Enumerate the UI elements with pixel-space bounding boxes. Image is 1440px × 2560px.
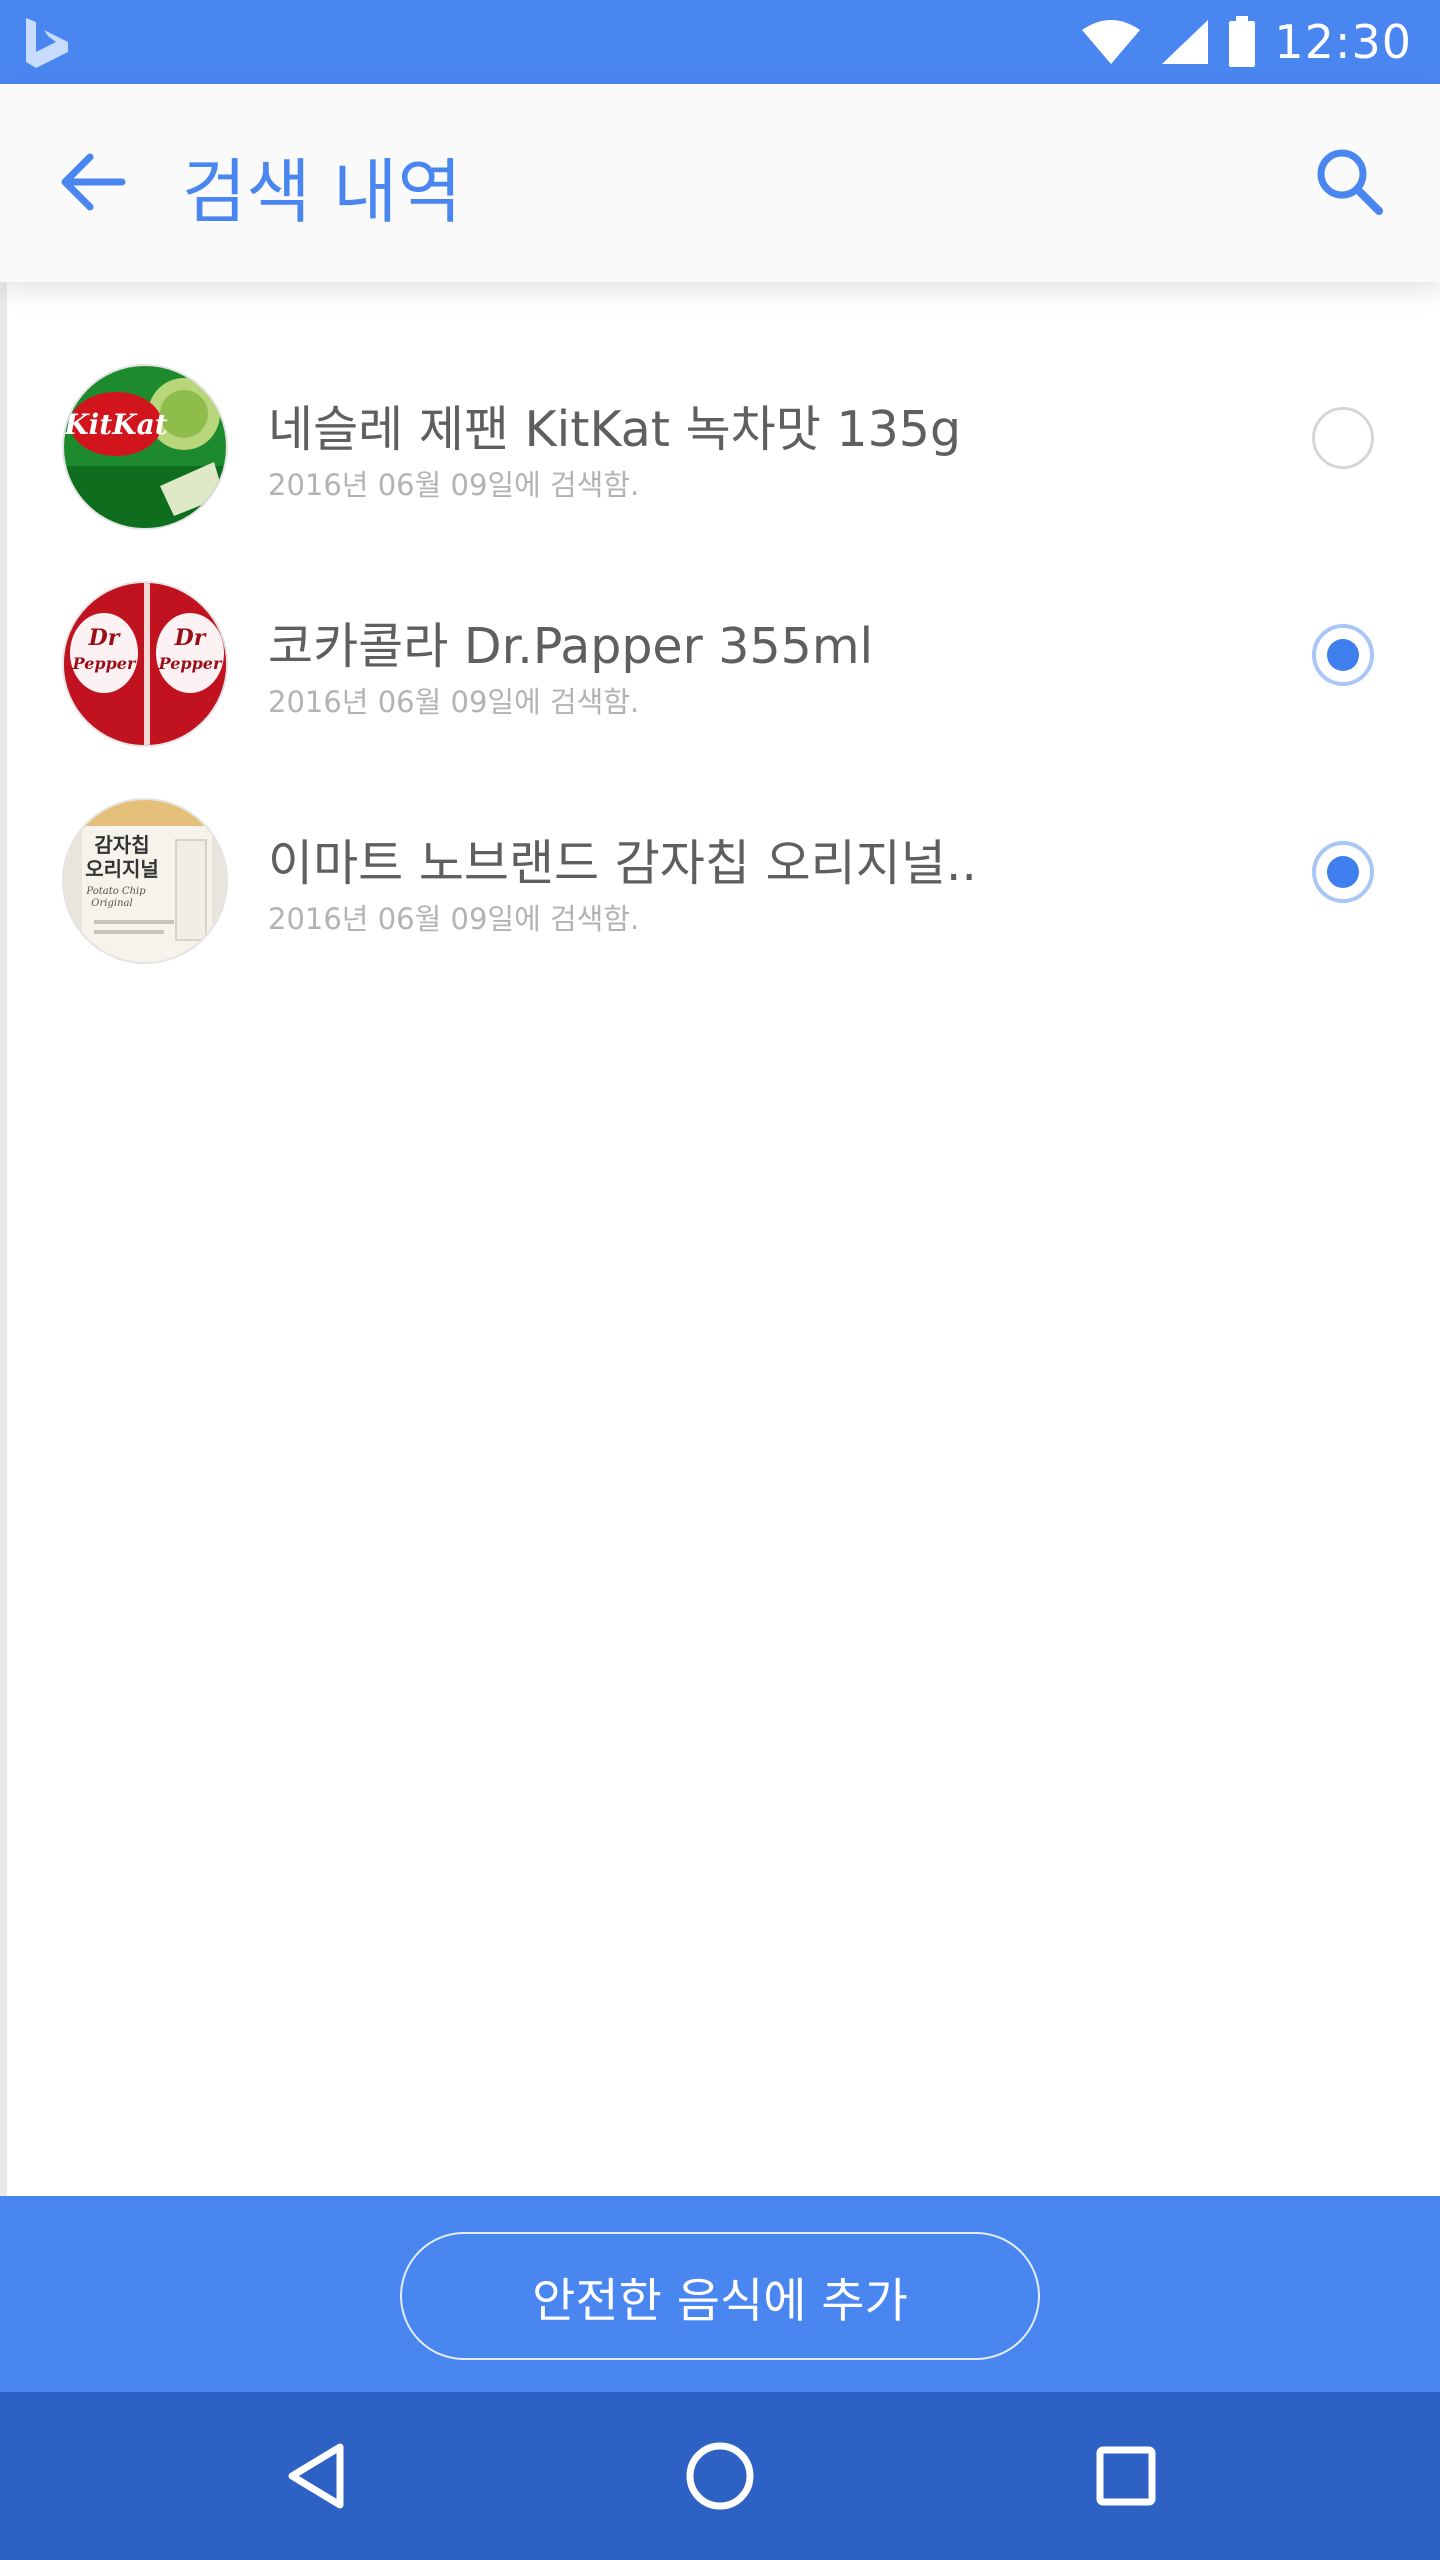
kitkat-logo-text: KitKat (64, 408, 168, 441)
chips-label-line3: Potato Chip (85, 886, 146, 897)
recents-square-icon (1096, 2446, 1156, 2506)
item-date: 2016년 06월 09일에 검색함. (268, 902, 640, 936)
nav-recents-button[interactable] (1086, 2436, 1166, 2516)
select-radio[interactable] (1312, 841, 1374, 903)
search-button[interactable] (1310, 142, 1390, 222)
app-bar: 검색 내역 (0, 84, 1440, 282)
list-item[interactable]: KitKat 네슬레 제팬 KitKat 녹차맛 135g 2016년 06월 … (0, 362, 1440, 579)
drpepper-logo-line2: Pepper (72, 654, 137, 673)
chips-label-line1: 감자칩 (94, 833, 149, 857)
history-list: KitKat 네슬레 제팬 KitKat 녹차맛 135g 2016년 06월 … (0, 362, 1440, 1013)
nav-home-button[interactable] (680, 2436, 760, 2516)
battery-icon (1229, 16, 1256, 67)
status-icons: 12:30 (1080, 0, 1412, 84)
page-title: 검색 내역 (182, 151, 462, 233)
left-edge-divider (0, 282, 7, 2196)
wifi-icon (1082, 20, 1141, 64)
item-date: 2016년 06월 09일에 검색함. (268, 685, 640, 719)
action-bar: 안전한 음식에 추가 (0, 2196, 1440, 2392)
chips-label-line4: Original (91, 898, 132, 909)
back-button[interactable] (52, 142, 132, 222)
content-area: KitKat 네슬레 제팬 KitKat 녹차맛 135g 2016년 06월 … (0, 282, 1440, 2196)
list-item[interactable]: Dr Pepper Dr Pepper 코카콜라 Dr.Papper 355ml… (0, 579, 1440, 796)
chips-label-line2: 오리지널 (85, 857, 159, 881)
list-item[interactable]: 감자칩 오리지널 Potato Chip Original 이마트 노브랜드 감… (0, 796, 1440, 1013)
back-triangle-icon (288, 2443, 344, 2509)
dr-pepper-can-thumbnail: Dr Pepper Dr Pepper (62, 581, 228, 747)
drpepper-logo-line1: Dr (88, 625, 121, 651)
select-radio[interactable] (1312, 624, 1374, 686)
drpepper-logo-line2-b: Pepper (158, 654, 223, 673)
item-title: 코카콜라 Dr.Papper 355ml (268, 618, 874, 675)
search-icon (1317, 149, 1383, 215)
screen: 12:30 검색 내역 KitKat 네슬레 제팬 KitKat 녹차맛 135… (0, 0, 1440, 2560)
arrow-left-icon (61, 153, 126, 211)
add-to-safe-food-button[interactable]: 안전한 음식에 추가 (400, 2232, 1040, 2360)
signal-icon (1162, 20, 1209, 64)
item-title: 네슬레 제팬 KitKat 녹차맛 135g (268, 401, 962, 458)
home-circle-icon (686, 2442, 754, 2510)
select-radio[interactable] (1312, 407, 1374, 469)
status-time: 12:30 (1274, 15, 1412, 69)
kitkat-green-tea-thumbnail: KitKat (62, 364, 228, 530)
potato-chip-bag-thumbnail: 감자칩 오리지널 Potato Chip Original (62, 798, 228, 964)
radio-dot-icon (1327, 639, 1359, 671)
bing-logo-icon (26, 18, 68, 68)
status-bar: 12:30 (0, 0, 1440, 84)
navigation-bar (0, 2392, 1440, 2560)
item-title: 이마트 노브랜드 감자칩 오리지널.. (268, 835, 977, 892)
radio-dot-icon (1327, 856, 1359, 888)
nav-back-button[interactable] (276, 2436, 356, 2516)
item-date: 2016년 06월 09일에 검색함. (268, 468, 640, 502)
drpepper-logo-line1-b: Dr (174, 625, 207, 651)
